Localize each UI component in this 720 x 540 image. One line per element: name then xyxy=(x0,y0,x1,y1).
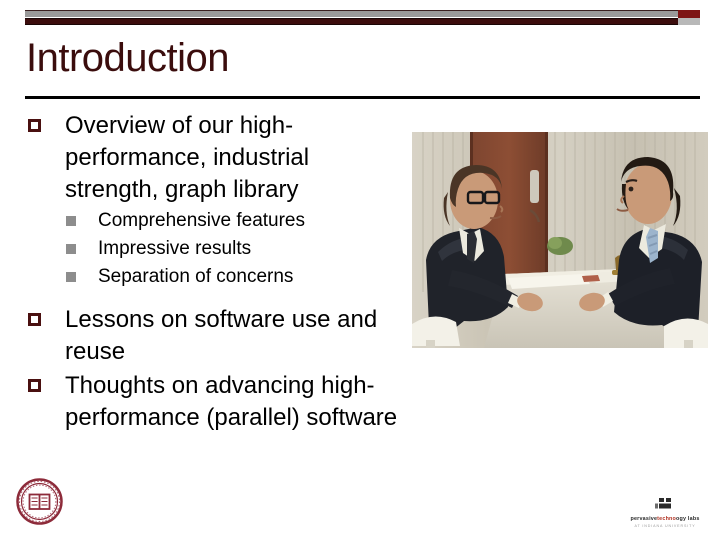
list-item-label: Separation of concerns xyxy=(98,266,294,287)
list-item-label: Thoughts on advancing high-performance (… xyxy=(65,372,398,431)
filled-square-marker-icon xyxy=(66,244,76,254)
list-item: Separation of concerns xyxy=(66,264,403,290)
list-item: Overview of our high-performance, indust… xyxy=(28,110,403,206)
university-seal-icon xyxy=(16,478,63,525)
seal-graphic xyxy=(16,478,63,525)
top-bar-maroon-band xyxy=(25,18,700,25)
logo-name-text: pervasivetechnoogy labs xyxy=(630,516,700,522)
slide-canvas: Introduction Overview of our high-perfor… xyxy=(0,0,720,540)
list-item: Comprehensive features xyxy=(66,208,403,234)
pti-block-mark-icon xyxy=(655,498,671,509)
title-underline-rule xyxy=(25,96,700,99)
slide-photo xyxy=(412,132,708,348)
top-bar-red-cap xyxy=(678,10,700,18)
pervasive-technology-labs-logo: pervasivetechnoogy labs AT INDIANA UNIVE… xyxy=(622,498,708,529)
hollow-square-marker-icon xyxy=(28,313,41,326)
list-item-label: Lessons on software use and reuse xyxy=(65,306,378,365)
top-bar-gray-band xyxy=(25,10,700,17)
filled-square-marker-icon xyxy=(66,272,76,282)
bullet-list: Overview of our high-performance, indust… xyxy=(28,110,403,436)
list-item-label: Impressive results xyxy=(98,238,252,259)
photo-illustration xyxy=(412,132,708,348)
list-item-label: Overview of our high-performance, indust… xyxy=(65,112,310,203)
top-decorative-bar xyxy=(25,10,700,26)
page-title: Introduction xyxy=(26,36,230,80)
hollow-square-marker-icon xyxy=(28,379,41,392)
list-item: Impressive results xyxy=(66,236,403,262)
list-item-label: Comprehensive features xyxy=(98,210,305,231)
top-bar-gray-cap xyxy=(678,18,700,25)
hollow-square-marker-icon xyxy=(28,119,41,132)
list-item: Thoughts on advancing high-performance (… xyxy=(28,370,403,434)
logo-subtitle-text: AT INDIANA UNIVERSITY xyxy=(634,524,696,528)
filled-square-marker-icon xyxy=(66,216,76,226)
list-item: Lessons on software use and reuse xyxy=(28,304,403,368)
